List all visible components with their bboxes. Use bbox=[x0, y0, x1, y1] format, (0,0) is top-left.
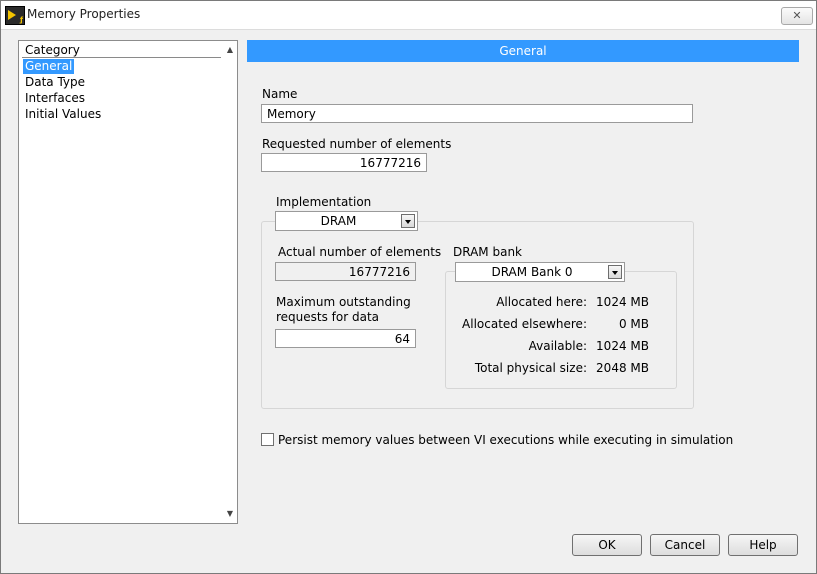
section-header: General bbox=[247, 40, 799, 62]
cancel-button[interactable]: Cancel bbox=[650, 534, 720, 556]
category-item-general[interactable]: General bbox=[23, 59, 75, 74]
scroll-up-arrow-icon[interactable]: ▲ bbox=[225, 45, 235, 55]
scroll-down-arrow-icon[interactable]: ▼ bbox=[225, 509, 235, 519]
available-label: Available: bbox=[528, 339, 587, 353]
name-input[interactable]: Memory bbox=[261, 104, 693, 123]
chevron-down-icon[interactable] bbox=[608, 265, 622, 279]
actual-elements-label: Actual number of elements bbox=[278, 245, 442, 259]
category-item-data-type[interactable]: Data Type bbox=[23, 75, 87, 90]
requested-elements-label: Requested number of elements bbox=[262, 137, 452, 151]
title-bar: ƒ Memory Properties ✕ bbox=[1, 1, 816, 30]
total-physical-size-value: 2048 MB bbox=[596, 361, 649, 375]
help-button[interactable]: Help bbox=[728, 534, 798, 556]
allocated-elsewhere-value: 0 MB bbox=[618, 317, 649, 331]
actual-elements-field: 16777216 bbox=[275, 262, 416, 281]
name-label: Name bbox=[262, 87, 298, 101]
allocated-here-value: 1024 MB bbox=[596, 295, 649, 309]
requested-elements-input[interactable]: 16777216 bbox=[261, 153, 427, 172]
chevron-down-icon[interactable] bbox=[401, 214, 415, 228]
persist-memory-checkbox[interactable] bbox=[261, 433, 274, 446]
labview-app-icon: ƒ bbox=[5, 6, 25, 25]
dram-bank-dropdown[interactable]: DRAM Bank 0 bbox=[455, 262, 625, 282]
max-requests-label-line1: Maximum outstanding bbox=[276, 295, 411, 309]
category-list[interactable]: Category General Data Type Interfaces In… bbox=[18, 40, 238, 524]
allocated-elsewhere-label: Allocated elsewhere: bbox=[462, 317, 587, 331]
dram-bank-value: DRAM Bank 0 bbox=[491, 265, 573, 279]
window-title: Memory Properties bbox=[27, 7, 141, 21]
max-requests-label-line2: requests for data bbox=[276, 310, 380, 324]
implementation-label: Implementation bbox=[276, 195, 372, 209]
allocated-here-label: Allocated here: bbox=[496, 295, 587, 309]
max-requests-input[interactable]: 64 bbox=[275, 329, 416, 348]
implementation-value: DRAM bbox=[320, 214, 357, 228]
persist-memory-label: Persist memory values between VI executi… bbox=[278, 433, 734, 447]
ok-button[interactable]: OK bbox=[572, 534, 642, 556]
dram-bank-label: DRAM bank bbox=[453, 245, 522, 259]
available-value: 1024 MB bbox=[596, 339, 649, 353]
close-button[interactable]: ✕ bbox=[781, 7, 813, 25]
category-item-interfaces[interactable]: Interfaces bbox=[23, 91, 87, 106]
category-item-initial-values[interactable]: Initial Values bbox=[23, 107, 103, 122]
total-physical-size-label: Total physical size: bbox=[474, 361, 587, 375]
category-header: Category bbox=[22, 43, 221, 58]
implementation-dropdown[interactable]: DRAM bbox=[275, 211, 418, 231]
